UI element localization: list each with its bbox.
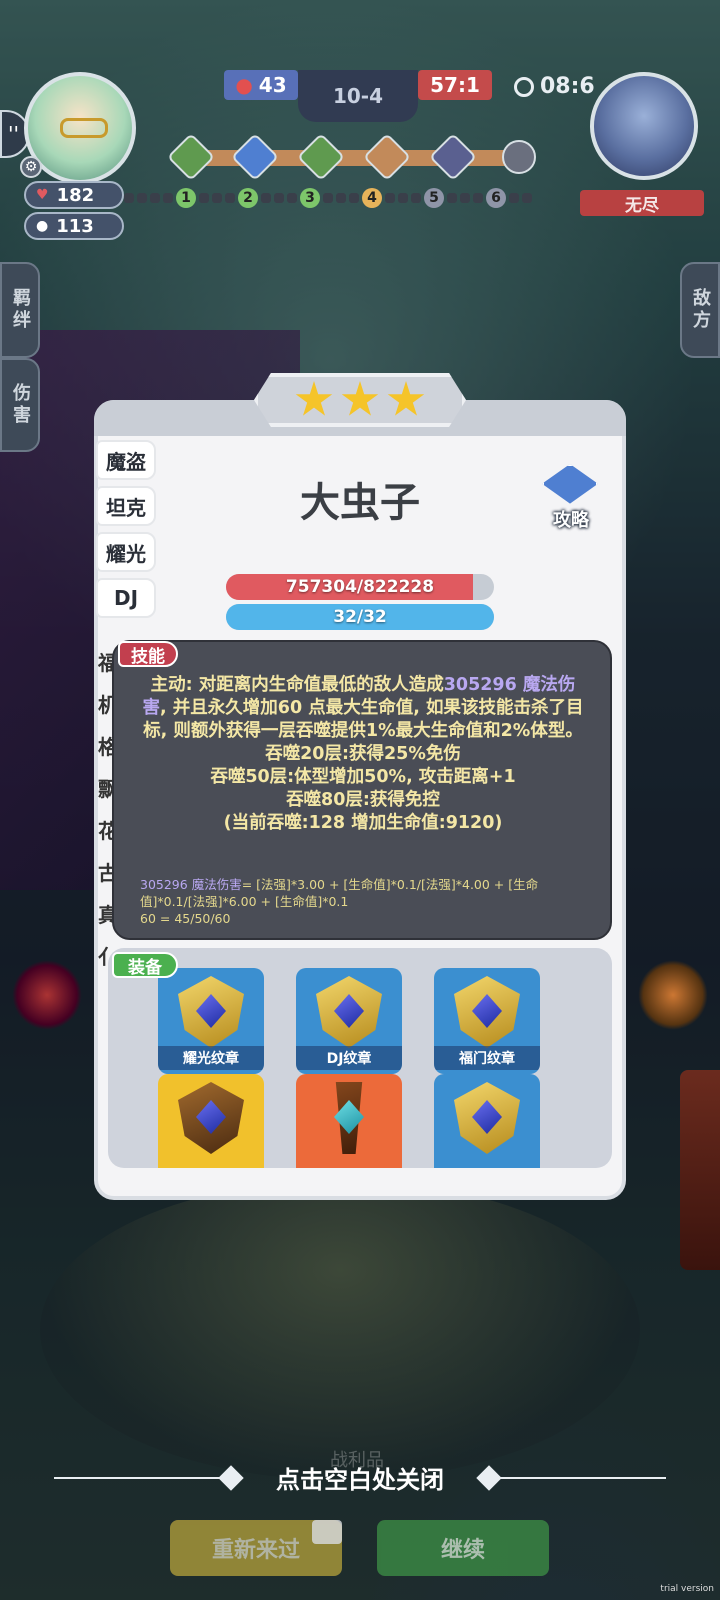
equipment-item[interactable]	[158, 1074, 264, 1168]
graduation-cap-icon	[542, 464, 598, 504]
tab-damage[interactable]: 伤害	[0, 358, 40, 452]
wave-dot	[225, 193, 235, 203]
wave-dot	[411, 193, 421, 203]
hp-bar: 757304/822228	[226, 574, 494, 600]
wave-dot	[473, 193, 483, 203]
guide-label: 攻略	[553, 510, 589, 531]
round-progress-track	[178, 150, 528, 166]
wave-dot	[287, 193, 297, 203]
equipment-item[interactable]: 福门纹章	[434, 968, 540, 1074]
wave-number: 1	[176, 188, 196, 208]
wave-dot	[163, 193, 173, 203]
heart-icon: ♥	[36, 187, 49, 203]
enemy-score: 57:1	[418, 70, 492, 100]
wave-dot	[212, 193, 222, 203]
wave-dot	[137, 193, 147, 203]
trait-tag[interactable]: DJ	[96, 578, 156, 618]
equipment-item[interactable]: 耀光纹章	[158, 968, 264, 1074]
skill-line: 吞噬20层:获得25%免伤	[265, 744, 461, 764]
gear-icon[interactable]: ⚙	[20, 156, 42, 178]
close-hint: 点击空白处关闭	[276, 1466, 444, 1494]
equipment-name: DJ纹章	[296, 1046, 402, 1070]
skill-line: 主动: 对距离内生命值最低的敌人造成	[150, 675, 444, 695]
continue-button[interactable]: 继续	[377, 1520, 549, 1576]
wave-dot	[349, 193, 359, 203]
wave-dot	[336, 193, 346, 203]
clock-icon	[514, 76, 534, 97]
enemy-mode-label: 无尽	[580, 190, 704, 216]
wave-number: 2	[238, 188, 258, 208]
wave-dot	[261, 193, 271, 203]
board-unit-left	[12, 960, 82, 1030]
mana-bar-label: 32/32	[333, 607, 387, 627]
wave-dot	[274, 193, 284, 203]
skill-tag: 技能	[118, 641, 178, 667]
round-timer: 08:6	[514, 74, 595, 99]
equipment-item[interactable]	[296, 1074, 402, 1168]
unit-name: 大虫子	[300, 480, 420, 526]
wave-dot	[323, 193, 333, 203]
trait-list: 魔盗 坦克 耀光 DJ	[96, 440, 156, 624]
equipment-item[interactable]: DJ纹章	[296, 968, 402, 1074]
trait-tag[interactable]: 魔盗	[96, 440, 156, 480]
wave-tracker: 1 2 3 4 5 6	[124, 186, 584, 210]
trait-tag[interactable]: 坦克	[96, 486, 156, 526]
wave-dot	[385, 193, 395, 203]
enemy-avatar[interactable]	[590, 72, 698, 180]
skill-line: 吞噬80层:获得免控	[286, 790, 440, 810]
background-island	[40, 1180, 640, 1480]
skill-line: , 并且永久增加60 点最大生命值, 如果该技能击杀了目标, 则额外获得一层吞噬…	[143, 698, 584, 741]
wave-dot	[124, 193, 134, 203]
wave-number: 3	[300, 188, 320, 208]
wave-number: 5	[424, 188, 444, 208]
wave-number: 4	[362, 188, 382, 208]
equipment-item[interactable]	[434, 1074, 540, 1168]
skill-line: (当前吞噬:128 增加生命值:9120)	[223, 813, 503, 833]
wave-dot	[398, 193, 408, 203]
shield-icon: ●	[235, 73, 253, 97]
wave-dot	[460, 193, 470, 203]
glasses-icon	[60, 118, 108, 138]
guide-button[interactable]: 攻略	[536, 460, 606, 531]
skill-formula: 305296 魔法伤害= [法强]*3.00 + [生命值]*0.1/[法强]*…	[140, 876, 580, 927]
player-score: ● 43	[224, 70, 298, 100]
skill-line: 吞噬50层:体型增加50%, 攻击距离+1	[210, 767, 516, 787]
tab-bonds[interactable]: 羁绊	[0, 262, 40, 358]
player-hp-pill: ♥ 182	[24, 181, 124, 209]
star-icon	[295, 381, 333, 416]
formula-text: 60 = 45/50/60	[140, 911, 231, 926]
player-coin-pill: ● 113	[24, 212, 124, 240]
equipment-tag: 装备	[112, 952, 178, 978]
equipment-name: 耀光纹章	[158, 1046, 264, 1070]
stage-indicator: 10-4	[298, 70, 418, 122]
wave-dot	[509, 193, 519, 203]
video-ad-icon	[312, 1520, 342, 1544]
trait-tag[interactable]: 耀光	[96, 532, 156, 572]
wave-dot	[447, 193, 457, 203]
equipment-panel: 耀光纹章 DJ纹章 福门纹章	[108, 948, 612, 1168]
wave-dot	[522, 193, 532, 203]
background-lantern	[680, 1070, 720, 1270]
wave-dot	[150, 193, 160, 203]
star-rating	[254, 373, 466, 427]
tab-enemy[interactable]: 敌方	[680, 262, 720, 358]
coin-icon: ●	[36, 218, 49, 234]
mana-bar: 32/32	[226, 604, 494, 630]
equipment-name: 福门纹章	[434, 1046, 540, 1070]
star-icon	[341, 381, 379, 416]
wave-dot	[199, 193, 209, 203]
formula-value: 305296 魔法伤害	[140, 877, 242, 892]
board-unit-right	[638, 960, 708, 1030]
star-icon	[387, 381, 425, 416]
wave-number: 6	[486, 188, 506, 208]
skill-description: 主动: 对距离内生命值最低的敌人造成305296 魔法伤害, 并且永久增加60 …	[140, 674, 586, 835]
hp-bar-label: 757304/822228	[285, 577, 435, 597]
watermark: trial version	[660, 1584, 714, 1594]
